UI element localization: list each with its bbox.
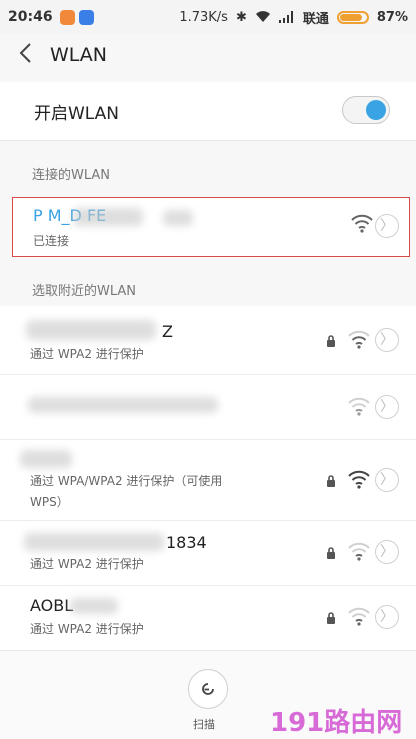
network-detail-button[interactable]: 〉 — [375, 395, 399, 419]
chevron-right-icon: 〉 — [380, 472, 394, 488]
chevron-right-icon: 〉 — [380, 399, 394, 415]
network-item[interactable]: AOBL 通过 WPA2 进行保护 〉 — [0, 586, 416, 651]
chevron-right-icon: 〉 — [380, 609, 394, 625]
status-time: 20:46 — [8, 9, 53, 25]
network-security: 通过 WPA2 进行保护 — [30, 622, 144, 636]
network-security-continued: WPS） — [30, 495, 69, 509]
network-item[interactable]: 1834 通过 WPA2 进行保护 〉 — [0, 521, 416, 586]
wlan-toggle-label: 开启WLAN — [34, 104, 120, 124]
network-speed: 1.73K/s — [179, 9, 228, 25]
watermark-text: 191路由网 — [270, 708, 403, 738]
orange-app-icon — [59, 9, 75, 25]
wifi-signal-icon — [348, 470, 370, 489]
lock-icon — [327, 475, 335, 487]
back-button[interactable] — [18, 42, 32, 70]
network-detail-button[interactable]: 〉 — [375, 605, 399, 629]
wlan-toggle-switch[interactable] — [342, 96, 390, 124]
wifi-signal-icon — [348, 330, 370, 349]
battery-icon — [336, 10, 369, 24]
status-wifi-icon — [255, 11, 270, 22]
redaction-blur — [20, 450, 72, 468]
redaction-blur — [163, 210, 193, 226]
wlan-toggle-row: 开启WLAN — [0, 82, 416, 141]
status-bar: 20:46 1.73K/s ✱ 联通 87% — [0, 0, 416, 34]
scan-button[interactable] — [188, 669, 228, 709]
network-security: 通过 WPA/WPA2 进行保护（可使用 — [30, 474, 223, 488]
network-security: 通过 WPA2 进行保护 — [30, 557, 144, 571]
network-item[interactable]: 〉 — [0, 375, 416, 440]
chevron-right-icon: 〉 — [380, 544, 394, 560]
connected-section-title: 连接的WLAN — [32, 168, 111, 183]
bluetooth-icon: ✱ — [235, 9, 247, 25]
refresh-icon — [202, 683, 214, 695]
wifi-signal-icon — [348, 542, 370, 561]
network-detail-button[interactable]: 〉 — [375, 468, 399, 492]
network-name: 1834 — [166, 533, 207, 552]
chevron-right-icon: 〉 — [380, 332, 394, 348]
page-header: WLAN — [0, 34, 416, 78]
network-name: Z — [162, 322, 173, 341]
connected-network[interactable]: P M_D FE 已连接 〉 — [12, 197, 410, 257]
lock-icon — [327, 547, 335, 559]
lock-icon — [327, 612, 335, 624]
network-name: AOBL — [30, 596, 74, 615]
network-detail-button[interactable]: 〉 — [375, 540, 399, 564]
connected-status: 已连接 — [33, 234, 70, 248]
chevron-right-icon: 〉 — [380, 218, 394, 234]
network-security: 通过 WPA2 进行保护 — [30, 347, 144, 361]
network-item[interactable]: 通过 WPA/WPA2 进行保护（可使用 WPS） 〉 — [0, 440, 416, 521]
wifi-signal-icon — [348, 397, 370, 416]
battery-percent: 87% — [376, 9, 408, 25]
wifi-signal-icon — [348, 607, 370, 626]
lock-icon — [327, 335, 335, 347]
redaction-blur — [70, 598, 118, 614]
signal-icon — [278, 11, 293, 23]
redaction-blur — [24, 533, 164, 551]
carrier-name: 联通 — [302, 11, 329, 27]
network-detail-button[interactable]: 〉 — [375, 328, 399, 352]
redaction-blur — [26, 320, 156, 340]
redaction-blur — [73, 208, 143, 226]
toggle-knob — [366, 100, 386, 120]
page-title: WLAN — [50, 44, 108, 66]
wifi-signal-icon — [351, 214, 373, 233]
scan-label: 扫描 — [193, 718, 215, 731]
network-detail-button[interactable]: 〉 — [375, 214, 399, 238]
nearby-section-title: 选取附近的WLAN — [32, 284, 137, 299]
shield-app-icon — [78, 9, 94, 25]
chevron-left-icon — [19, 43, 31, 63]
redaction-blur — [28, 397, 218, 413]
network-item[interactable]: Z 通过 WPA2 进行保护 〉 — [0, 306, 416, 375]
